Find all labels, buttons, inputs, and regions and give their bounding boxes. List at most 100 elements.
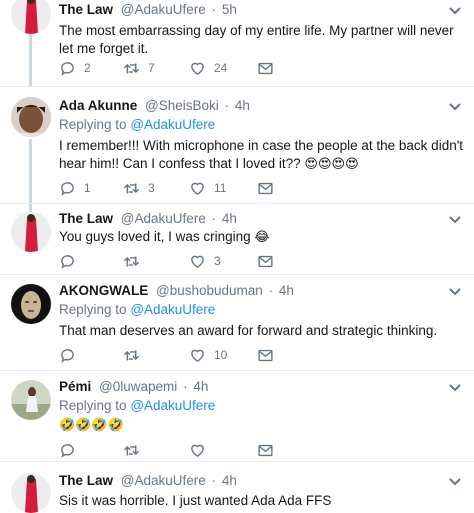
direct-message-button[interactable] bbox=[257, 346, 274, 364]
avatar[interactable] bbox=[11, 473, 51, 513]
tweet-header: AKONGWALE @bushobuduman · 4h bbox=[59, 283, 294, 298]
author-name[interactable]: The Law bbox=[59, 2, 113, 17]
tweet-text-body: I remember!!! With microphone in case th… bbox=[59, 138, 464, 171]
direct-message-button[interactable] bbox=[257, 59, 274, 77]
chevron-down-icon[interactable] bbox=[448, 6, 462, 16]
retweet-button[interactable]: 3 bbox=[123, 179, 155, 197]
reply-icon bbox=[61, 61, 74, 76]
like-button[interactable] bbox=[189, 441, 206, 459]
like-count: 10 bbox=[214, 348, 228, 362]
like-button[interactable]: 3 bbox=[189, 252, 221, 270]
avatar[interactable] bbox=[11, 97, 51, 137]
timestamp[interactable]: 4h bbox=[193, 379, 208, 394]
like-icon bbox=[191, 444, 204, 457]
separator-dot: · bbox=[211, 2, 217, 17]
avatar[interactable] bbox=[11, 284, 51, 324]
like-icon bbox=[191, 62, 204, 75]
like-button[interactable]: 24 bbox=[189, 59, 227, 77]
message-icon bbox=[258, 444, 273, 456]
tweet-text: You guys loved it, I was cringing 😂 bbox=[59, 228, 464, 246]
reply-button[interactable]: 2 bbox=[59, 59, 91, 77]
avatar[interactable] bbox=[11, 212, 51, 252]
replying-mention[interactable]: @AdakuUfere bbox=[130, 398, 215, 413]
author-name[interactable]: Ada Akunne bbox=[59, 98, 137, 113]
author-name[interactable]: The Law bbox=[59, 473, 113, 488]
action-bar: 2 7 24 bbox=[59, 59, 279, 77]
reply-icon bbox=[61, 443, 74, 458]
emoji-heart-eyes: 😍😍😍😍 bbox=[304, 156, 359, 171]
tweet[interactable]: AKONGWALE @bushobuduman · 4h Replying to… bbox=[0, 275, 474, 371]
replying-mention[interactable]: @AdakuUfere bbox=[130, 117, 215, 132]
replying-to: Replying to @AdakuUfere bbox=[59, 398, 215, 413]
message-icon bbox=[258, 62, 273, 74]
tweet-header: Pémi @0luwapemi · 4h bbox=[59, 379, 208, 394]
tweet[interactable]: The Law @AdakuUfere · 4h Sis it was horr… bbox=[0, 462, 474, 513]
separator-dot: · bbox=[224, 98, 230, 113]
author-name[interactable]: Pémi bbox=[59, 379, 91, 394]
replying-prefix: Replying to bbox=[59, 117, 127, 132]
like-icon bbox=[191, 182, 204, 195]
chevron-down-icon[interactable] bbox=[448, 477, 462, 487]
direct-message-button[interactable] bbox=[257, 441, 274, 459]
retweet-button[interactable]: 7 bbox=[123, 59, 155, 77]
direct-message-button[interactable] bbox=[257, 252, 274, 270]
tweet-header: The Law @AdakuUfere · 5h bbox=[59, 2, 237, 17]
author-handle[interactable]: @AdakuUfere bbox=[121, 211, 206, 226]
tweet-header: Ada Akunne @SheisBoki · 4h bbox=[59, 98, 250, 113]
retweet-button[interactable] bbox=[123, 252, 148, 270]
reply-button[interactable] bbox=[59, 346, 84, 364]
avatar[interactable] bbox=[11, 380, 51, 420]
tweet[interactable]: Pémi @0luwapemi · 4h Replying to @AdakuU… bbox=[0, 371, 474, 462]
avatar[interactable] bbox=[11, 0, 51, 34]
message-icon bbox=[258, 349, 273, 361]
timestamp[interactable]: 4h bbox=[279, 283, 294, 298]
chevron-down-icon[interactable] bbox=[448, 287, 462, 297]
author-handle[interactable]: @AdakuUfere bbox=[121, 473, 206, 488]
action-bar: 1 3 11 bbox=[59, 179, 279, 197]
replying-prefix: Replying to bbox=[59, 398, 127, 413]
thread-line bbox=[29, 139, 32, 203]
reply-button[interactable] bbox=[59, 441, 76, 459]
timestamp[interactable]: 4h bbox=[222, 211, 237, 226]
timestamp[interactable]: 4h bbox=[222, 473, 237, 488]
separator-dot: · bbox=[211, 211, 217, 226]
replying-to: Replying to @AdakuUfere bbox=[59, 117, 215, 132]
chevron-down-icon[interactable] bbox=[448, 215, 462, 225]
retweet-button[interactable] bbox=[123, 441, 140, 459]
like-button[interactable]: 11 bbox=[189, 179, 226, 197]
retweet-icon bbox=[123, 63, 140, 73]
author-handle[interactable]: @0luwapemi bbox=[99, 379, 177, 394]
separator-dot: · bbox=[183, 379, 188, 394]
retweet-icon bbox=[123, 183, 140, 193]
like-button[interactable]: 10 bbox=[189, 346, 227, 364]
author-handle[interactable]: @AdakuUfere bbox=[121, 2, 206, 17]
author-handle[interactable]: @SheisBoki bbox=[145, 98, 219, 113]
chevron-down-icon[interactable] bbox=[448, 102, 462, 112]
message-icon bbox=[258, 182, 273, 194]
retweet-button[interactable] bbox=[123, 346, 148, 364]
replying-mention[interactable]: @AdakuUfere bbox=[130, 302, 215, 317]
tweet[interactable]: The Law @AdakuUfere · 4h You guys loved … bbox=[0, 204, 474, 275]
reply-button[interactable] bbox=[59, 252, 84, 270]
separator-dot: · bbox=[211, 473, 217, 488]
direct-message-button[interactable] bbox=[257, 179, 274, 197]
tweet[interactable]: The Law @AdakuUfere · 5h The most embarr… bbox=[0, 0, 474, 87]
action-bar: 3 bbox=[59, 252, 279, 270]
emoji-tears-of-joy: 😂 bbox=[254, 229, 270, 244]
author-name[interactable]: The Law bbox=[59, 211, 113, 226]
replying-prefix: Replying to bbox=[59, 302, 127, 317]
timestamp[interactable]: 5h bbox=[222, 2, 237, 17]
reply-button[interactable]: 1 bbox=[59, 179, 91, 197]
reply-icon bbox=[61, 254, 74, 269]
tweet-text: That man deserves an award for forward a… bbox=[59, 323, 438, 338]
author-name[interactable]: AKONGWALE bbox=[59, 283, 148, 298]
chevron-down-icon[interactable] bbox=[448, 383, 462, 393]
like-count: 11 bbox=[214, 181, 227, 195]
tweet-text: Sis it was horrible. I just wanted Ada A… bbox=[59, 493, 332, 508]
separator-dot: · bbox=[268, 283, 274, 298]
retweet-count: 3 bbox=[148, 181, 155, 195]
author-handle[interactable]: @bushobuduman bbox=[156, 283, 263, 298]
tweet-header: The Law @AdakuUfere · 4h bbox=[59, 211, 237, 226]
timestamp[interactable]: 4h bbox=[235, 98, 250, 113]
tweet[interactable]: Ada Akunne @SheisBoki · 4h Replying to @… bbox=[0, 87, 474, 204]
